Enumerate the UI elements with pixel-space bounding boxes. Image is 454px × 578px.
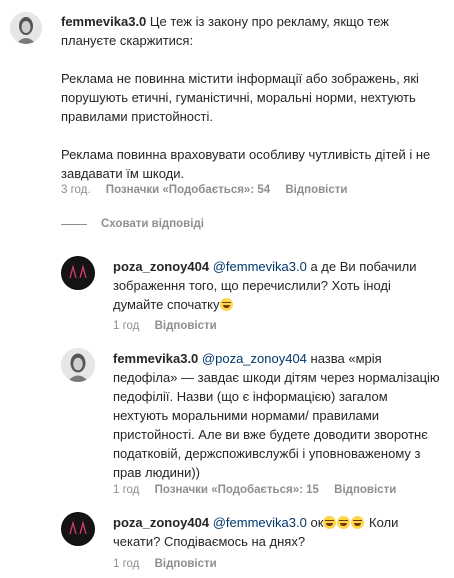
avatar[interactable] <box>61 512 95 546</box>
username[interactable]: poza_zonoy404 <box>113 259 209 274</box>
laughing-emoji-icon <box>219 298 233 311</box>
user-photo-icon <box>10 12 42 44</box>
username[interactable]: poza_zonoy404 <box>113 515 209 530</box>
timestamp[interactable]: 1 год <box>113 558 139 570</box>
timestamp[interactable]: 1 год <box>113 320 139 332</box>
comment-body: poza_zonoy404 @femmevika3.0 а де Ви поба… <box>113 257 441 314</box>
username[interactable]: femmevika3.0 <box>113 351 198 366</box>
comment-paragraph: femmevika3.0 Це теж із закону про реклам… <box>61 14 390 48</box>
hide-replies-label: Сховати відповіді <box>101 218 204 230</box>
timestamp[interactable]: 1 год <box>113 484 139 496</box>
comment-meta: 1 год Відповісти <box>113 558 229 570</box>
comment-body: poza_zonoy404 @femmevika3.0 ок Коли чека… <box>113 513 441 551</box>
laughing-emoji-icon <box>337 516 351 529</box>
brand-logo-icon <box>61 256 95 290</box>
hide-replies-button[interactable]: Сховати відповіді <box>61 218 204 230</box>
brand-logo-icon <box>61 512 95 546</box>
comment-body: femmevika3.0 @poza_zonoy404 назва «мрія … <box>113 349 443 482</box>
mention-link[interactable]: @femmevika3.0 <box>213 515 307 530</box>
mention-link[interactable]: @femmevika3.0 <box>213 259 307 274</box>
reply-button[interactable]: Відповісти <box>285 184 347 196</box>
comment-meta: 1 год Позначки «Подобається»: 15 Відпові… <box>113 484 408 496</box>
laughing-emoji-icon <box>323 516 337 529</box>
avatar[interactable] <box>61 256 95 290</box>
avatar[interactable] <box>61 348 95 382</box>
laughing-emoji-icon <box>351 516 365 529</box>
mention-link[interactable]: @poza_zonoy404 <box>202 351 307 366</box>
reply-button[interactable]: Відповісти <box>334 484 396 496</box>
comment-paragraph: Реклама повинна враховувати особливу чут… <box>61 147 431 181</box>
reply-button[interactable]: Відповісти <box>155 558 217 570</box>
comment-paragraph: Реклама не повинна містити інформації аб… <box>61 71 419 124</box>
comment-meta: 1 год Відповісти <box>113 320 229 332</box>
comment-text: ок <box>310 515 324 530</box>
divider <box>61 223 87 225</box>
username[interactable]: femmevika3.0 <box>61 14 146 29</box>
likes-count[interactable]: Позначки «Подобається»: 54 <box>106 184 270 196</box>
timestamp[interactable]: 3 год. <box>61 184 91 196</box>
reply-button[interactable]: Відповісти <box>155 320 217 332</box>
likes-count[interactable]: Позначки «Подобається»: 15 <box>155 484 319 496</box>
user-photo-icon <box>61 348 95 382</box>
comment-text: назва «мрія педофіла» — завдає шкоди діт… <box>113 351 440 480</box>
avatar[interactable] <box>10 12 42 44</box>
comment-meta: 3 год. Позначки «Подобається»: 54 Відпов… <box>61 184 359 196</box>
comment-body: femmevika3.0 Це теж із закону про реклам… <box>61 12 441 183</box>
